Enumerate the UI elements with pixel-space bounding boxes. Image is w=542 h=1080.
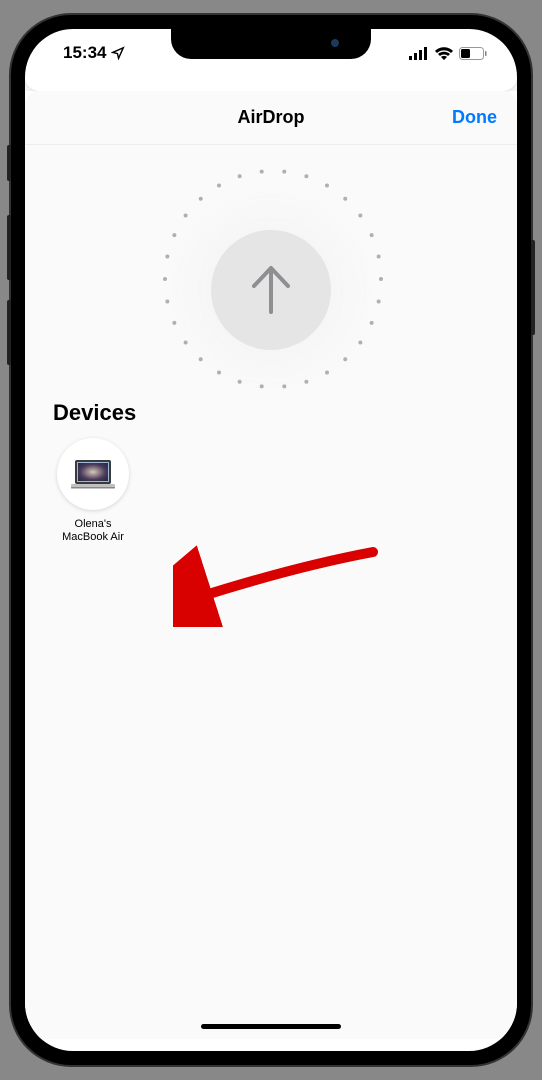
airdrop-sheet[interactable]: AirDrop Done Devices: [25, 91, 517, 1039]
battery-icon: [459, 47, 487, 60]
mute-switch: [7, 145, 11, 181]
location-icon: [111, 46, 125, 60]
devices-section-title: Devices: [25, 400, 517, 438]
device-item-macbook[interactable]: Olena's MacBook Air: [53, 438, 133, 544]
device-avatar: [57, 438, 129, 510]
side-button: [531, 240, 535, 335]
screen: 15:34 AirDrop Done: [25, 29, 517, 1051]
status-left: 15:34: [63, 43, 125, 63]
volume-up-button: [7, 215, 11, 280]
cellular-icon: [409, 47, 429, 60]
done-button[interactable]: Done: [452, 107, 497, 128]
status-right: [409, 47, 487, 60]
searching-dot-ring: [161, 167, 381, 387]
sheet-header: AirDrop Done: [25, 91, 517, 145]
device-label: Olena's MacBook Air: [62, 518, 124, 544]
sheet-backdrop: AirDrop Done Devices: [25, 77, 517, 1051]
background-card-edge: [25, 77, 517, 91]
macbook-icon: [69, 458, 117, 490]
devices-row: Olena's MacBook Air: [25, 438, 517, 544]
status-time: 15:34: [63, 43, 106, 63]
phone-frame: 15:34 AirDrop Done: [11, 15, 531, 1065]
notch: [171, 29, 371, 59]
volume-down-button: [7, 300, 11, 365]
airdrop-searching-animation: [25, 145, 517, 400]
wifi-icon: [435, 47, 453, 60]
home-indicator[interactable]: [201, 1024, 341, 1029]
sheet-title: AirDrop: [238, 107, 305, 128]
